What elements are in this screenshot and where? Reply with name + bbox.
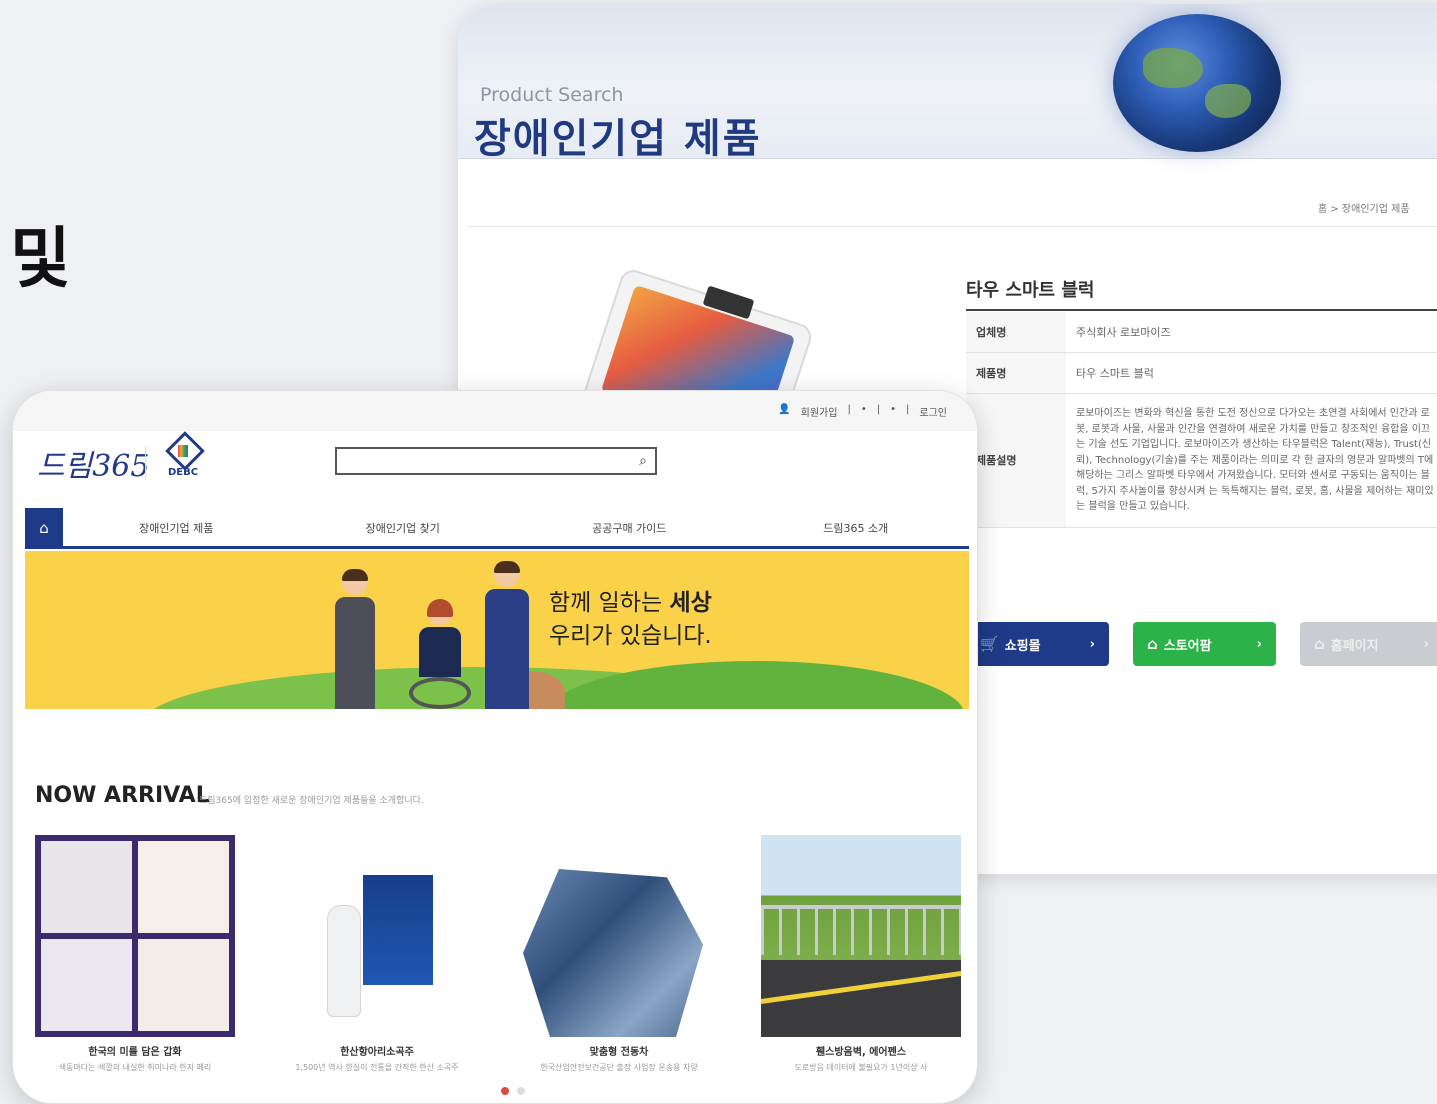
hero-line2: 우리가 있습니다. (549, 623, 712, 650)
product-card[interactable]: 한산항아리소곡주 1,500년 역사 향실이 전통을 간직한 한산 소곡주 (277, 835, 477, 1073)
product-desc: 색동마다는 색깔의 내실한 취미나라 한지 페리 (58, 1063, 212, 1072)
banner-subtitle: Product Search (480, 84, 624, 106)
spec-row-company: 업체명 주식회사 로보마이즈 (966, 312, 1437, 353)
signup-link[interactable]: 회원가입 (801, 404, 838, 419)
product-image (277, 835, 477, 1037)
breadcrumb[interactable]: 홈 > 장애인기업 제품 (1318, 200, 1410, 215)
product-title: 타우 스마트 블럭 (966, 280, 1095, 301)
page-banner: Product Search 장애인기업 제품 (458, 4, 1437, 162)
home-icon[interactable]: ⌂ (25, 507, 63, 548)
debc-logo-icon (168, 437, 198, 463)
spec-row-description: 제품설명 로보마이즈는 변화와 혁신을 통한 도전 정신으로 다가오는 초연결 … (966, 393, 1437, 528)
hero-line1-bold: 세상 (669, 590, 712, 616)
product-image (519, 835, 719, 1037)
store-icon: ⌂ (1147, 635, 1158, 653)
nav-item-find-companies[interactable]: 장애인기업 찾기 (290, 520, 517, 536)
button-label: 스토어팜 (1163, 638, 1212, 654)
spec-row-product: 제품명 타우 스마트 블럭 (966, 352, 1437, 394)
product-image (35, 835, 235, 1037)
carousel-dot-active[interactable] (501, 1087, 509, 1095)
product-name: 한산항아리소곡주 (340, 1047, 414, 1058)
nav-item-products[interactable]: 장애인기업 제품 (63, 520, 290, 536)
product-name: 한국의 미를 담은 갑화 (88, 1047, 182, 1058)
carousel-dot[interactable] (517, 1087, 525, 1095)
nav-item-about[interactable]: 드림365 소개 (743, 520, 970, 536)
product-desc: 한국산업안전보건공단 출장 사업장 운송용 차량 (540, 1063, 698, 1072)
chevron-right-icon: › (1423, 636, 1429, 652)
nav-item-purchase-guide[interactable]: 공공구매 가이드 (516, 520, 743, 536)
shop-button[interactable]: 🛒 쇼핑몰 › (966, 622, 1109, 666)
hero-text: 함께 일하는 세상 우리가 있습니다. (549, 587, 712, 654)
utility-bar: 👤 회원가입 | • | • | 로그인 (13, 391, 977, 431)
utility-links: 👤 회원가입 | • | • | 로그인 (778, 404, 947, 419)
separator: | (847, 404, 851, 415)
main-nav: ⌂ 장애인기업 제품 장애인기업 찾기 공공구매 가이드 드림365 소개 (25, 507, 970, 549)
wheelchair-person-illustration (405, 599, 475, 709)
product-card[interactable]: 휀스방음벽, 에어펜스 도로방음 데이터에 불필요가 1년이상 사 (761, 835, 961, 1073)
logo-divider (145, 446, 146, 480)
login-link[interactable]: 로그인 (919, 404, 947, 419)
product-card[interactable]: 맞춤형 전동차 한국산업안전보건공단 출장 사업장 운송용 차량 (519, 835, 719, 1073)
homepage-window: 👤 회원가입 | • | • | 로그인 드림365 DEBC ⌕ ⌂ 장애인기… (12, 390, 978, 1104)
site-logo[interactable]: 드림365 (37, 441, 149, 485)
separator: | (876, 404, 881, 415)
button-label: 쇼핑몰 (1004, 638, 1041, 654)
action-buttons: 🛒 쇼핑몰 › ⌂ 스토어팜 › ⌂ 홈페이지 › (966, 622, 1437, 666)
debc-logo[interactable]: DEBC (161, 437, 205, 483)
person-illustration (335, 569, 375, 709)
util-link[interactable]: • (861, 404, 867, 419)
button-label: 홈페이지 (1330, 638, 1379, 654)
homepage-button[interactable]: ⌂ 홈페이지 › (1300, 622, 1437, 666)
carousel-dots (501, 1087, 525, 1095)
store-button[interactable]: ⌂ 스토어팜 › (1133, 622, 1276, 666)
person-icon: 👤 (778, 404, 791, 415)
product-name: 맞춤형 전동차 (589, 1047, 649, 1058)
cart-icon: 🛒 (980, 635, 999, 653)
spec-value: 주식회사 로보마이즈 (1066, 312, 1437, 353)
spec-value: 로보마이즈는 변화와 혁신을 통한 도전 정신으로 다가오는 초연결 사회에서 … (1066, 393, 1437, 528)
spec-label: 제품설명 (966, 393, 1066, 528)
chevron-right-icon: › (1089, 636, 1095, 652)
hero-line1: 함께 일하는 (549, 590, 670, 616)
spec-table: 업체명 주식회사 로보마이즈 제품명 타우 스마트 블럭 제품설명 로보마이즈는… (966, 312, 1437, 528)
spec-value: 타우 스마트 블럭 (1066, 352, 1437, 394)
product-card[interactable]: 한국의 미를 담은 갑화 색동마다는 색깔의 내실한 취미나라 한지 페리 (35, 835, 235, 1073)
home-icon: ⌂ (1314, 635, 1325, 653)
separator: | (906, 404, 910, 415)
product-desc: 도로방음 데이터에 불필요가 1년이상 사 (794, 1063, 928, 1072)
util-link[interactable]: • (890, 404, 896, 419)
product-desc: 1,500년 역사 향실이 전통을 간직한 한산 소곡주 (295, 1063, 459, 1072)
banner-title: 장애인기업 제품 (474, 116, 762, 162)
product-image (761, 835, 961, 1037)
spec-label: 제품명 (966, 352, 1066, 394)
section-subtitle: 드림365에 입점한 새로운 장애인기업 제품들을 소개합니다. (199, 796, 424, 806)
product-name: 휀스방음벽, 에어펜스 (815, 1047, 907, 1058)
hill-shape (545, 661, 965, 709)
spec-label: 업체명 (966, 312, 1066, 353)
chevron-right-icon: › (1256, 636, 1262, 652)
hero-banner[interactable]: 함께 일하는 세상 우리가 있습니다. (25, 551, 969, 709)
globe-image (1113, 14, 1281, 152)
section-title: NOW ARRIVAL (35, 783, 210, 808)
title-underline (966, 309, 1437, 311)
divider (468, 226, 1437, 227)
product-list: 한국의 미를 담은 갑화 색동마다는 색깔의 내실한 취미나라 한지 페리 한산… (35, 835, 961, 1073)
search-input[interactable]: ⌕ (335, 447, 657, 475)
person-illustration (485, 561, 529, 709)
search-icon[interactable]: ⌕ (639, 453, 647, 469)
partial-heading-text: 및 (10, 220, 71, 297)
